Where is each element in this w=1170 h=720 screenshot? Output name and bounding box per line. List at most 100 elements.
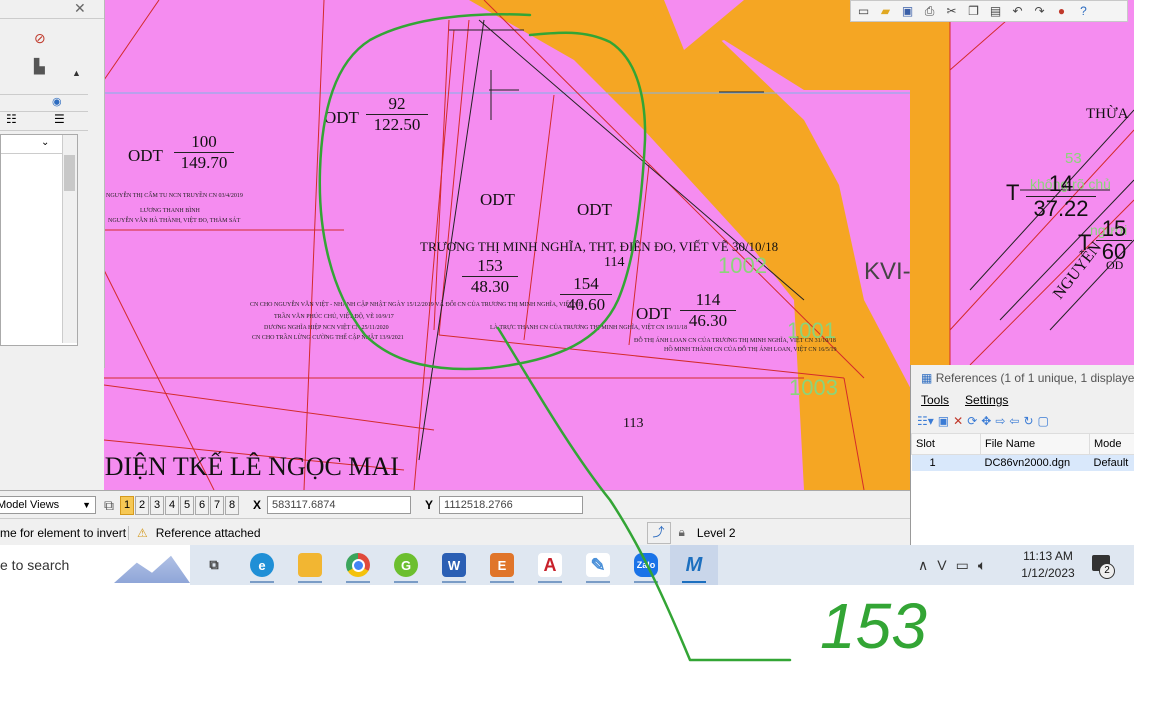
view-button-1[interactable]: 1 bbox=[120, 495, 134, 515]
status-message: Reference attached bbox=[155, 525, 261, 540]
warning-icon: ⚠ bbox=[137, 525, 148, 540]
map-label: THỪA bbox=[1086, 106, 1129, 122]
excel-icon: E bbox=[490, 553, 514, 577]
cad-map-view[interactable]: ODT 100 149.70 ODT 92 122.50 153 48.30 1… bbox=[104, 0, 910, 490]
model-views-select[interactable]: Model Views ▼ bbox=[0, 496, 96, 514]
parcel-number: 114 bbox=[680, 290, 736, 311]
acrobat-icon: A bbox=[538, 553, 562, 577]
reload-icon[interactable]: ⟳ bbox=[967, 414, 977, 428]
view-button-7[interactable]: 7 bbox=[210, 495, 224, 515]
scale-icon[interactable]: ⇦ bbox=[1009, 414, 1019, 428]
paint-button[interactable]: ✎ bbox=[574, 545, 622, 585]
item-list[interactable]: ⌄ bbox=[0, 134, 78, 346]
list-view-icon[interactable]: ☰ bbox=[54, 112, 65, 126]
y-coordinate-field[interactable]: 1112518.2766 bbox=[439, 496, 584, 514]
copy-reference-icon[interactable]: ⇨ bbox=[995, 414, 1005, 428]
x-coordinate-field[interactable]: 583117.6874 bbox=[267, 496, 412, 514]
microstation-button[interactable]: M bbox=[670, 545, 718, 585]
parcel-15[interactable]: 15 60 bbox=[1096, 218, 1132, 263]
print-icon[interactable]: ⎙ bbox=[920, 3, 939, 20]
microstation-icon: M bbox=[685, 553, 703, 576]
view-button-6[interactable]: 6 bbox=[195, 495, 209, 515]
cad-map-view-right[interactable]: THỪA 53 không rõ chủ người T 14 37.22 T … bbox=[910, 0, 1134, 365]
tree-icon[interactable]: ☷▾ bbox=[917, 414, 934, 428]
undo-icon[interactable]: ↶ bbox=[1008, 3, 1027, 20]
view-groups-icon[interactable]: ⧉ bbox=[104, 497, 114, 514]
parcel-14[interactable]: 14 37.22 bbox=[1026, 172, 1096, 221]
move-icon[interactable]: ✥ bbox=[981, 414, 991, 428]
vertical-scrollbar[interactable] bbox=[62, 135, 77, 343]
lock-icon[interactable]: 🔒︎ bbox=[679, 525, 685, 540]
collapse-arrow-icon[interactable]: ▲ bbox=[72, 68, 81, 78]
menu-tools[interactable]: Tools bbox=[921, 393, 949, 407]
paste-icon[interactable]: ▤ bbox=[986, 3, 1005, 20]
tool-settings-panel: ✕ ⊘ ▙ ▲ ◉ ☷ ☰ ⌄ bbox=[0, 0, 105, 368]
map-note: CN CHO TRẦN LỪNG CƯỜNG THẾ CẬP NHẬT 13/9… bbox=[252, 335, 404, 341]
parcel-154[interactable]: 154 40.60 bbox=[560, 274, 612, 315]
parcel-92[interactable]: 92 122.50 bbox=[366, 94, 428, 135]
save-icon[interactable]: ▣ bbox=[898, 3, 917, 20]
edge-icon: e bbox=[250, 553, 274, 577]
green-app-button[interactable]: G bbox=[382, 545, 430, 585]
clock[interactable]: 11:13 AM 1/12/2023 bbox=[1012, 548, 1084, 582]
view-button-5[interactable]: 5 bbox=[180, 495, 194, 515]
help-icon[interactable]: ? bbox=[1074, 3, 1093, 20]
copy-icon[interactable]: ❐ bbox=[964, 3, 983, 20]
cut-icon[interactable]: ✂ bbox=[942, 3, 961, 20]
word-icon: W bbox=[442, 553, 466, 577]
open-folder-icon[interactable]: ▰ bbox=[876, 3, 895, 20]
parcel-153[interactable]: 153 48.30 bbox=[462, 256, 518, 297]
parcel-114[interactable]: 114 46.30 bbox=[680, 290, 736, 331]
column-header-slot[interactable]: Slot bbox=[911, 433, 981, 455]
chevron-up-icon[interactable]: ∧ bbox=[918, 557, 928, 574]
close-icon[interactable]: ✕ bbox=[74, 0, 86, 17]
column-header-file-name[interactable]: File Name bbox=[980, 433, 1090, 455]
new-file-icon[interactable]: ▭ bbox=[854, 3, 873, 20]
active-level[interactable]: Level 2 bbox=[697, 526, 736, 540]
edge-button[interactable]: e bbox=[238, 545, 286, 585]
column-header-mode[interactable]: Mode bbox=[1089, 433, 1134, 455]
excel-button[interactable]: E bbox=[478, 545, 526, 585]
parcel-100[interactable]: 100 149.70 bbox=[174, 132, 234, 173]
chevron-down-icon: ▼ bbox=[82, 500, 91, 510]
network-icon[interactable]: ▭ bbox=[956, 557, 969, 574]
color-icon[interactable]: ● bbox=[1052, 3, 1071, 20]
eye-icon[interactable]: ◉ bbox=[52, 95, 62, 108]
redo-icon[interactable]: ↷ bbox=[1030, 3, 1049, 20]
word-button[interactable]: W bbox=[430, 545, 478, 585]
notification-icon[interactable]: 2 bbox=[1092, 555, 1115, 579]
snap-mode-icon[interactable]: ⤴ bbox=[646, 521, 671, 544]
view-button-4[interactable]: 4 bbox=[165, 495, 179, 515]
status-bar: me for element to invert ⚠ Reference att… bbox=[0, 518, 910, 546]
acrobat-button[interactable]: A bbox=[526, 545, 574, 585]
view-button-2[interactable]: 2 bbox=[135, 495, 149, 515]
search-box[interactable]: e to search bbox=[0, 545, 190, 585]
scrollbar-thumb[interactable] bbox=[64, 155, 75, 191]
chevron-down-icon[interactable]: ⌄ bbox=[41, 137, 49, 148]
references-panel: ▦ References (1 of 1 unique, 1 displayed… bbox=[910, 365, 1134, 545]
no-entry-icon[interactable]: ⊘ bbox=[34, 30, 46, 47]
vpn-icon[interactable]: V bbox=[937, 557, 946, 573]
pinned-apps: ⧉ e G W E A ✎ Zalo M bbox=[190, 545, 718, 585]
rotate-icon[interactable]: ↻ bbox=[1023, 414, 1033, 428]
model-views-label: Model Views bbox=[0, 499, 60, 511]
clip-icon[interactable]: ▢ bbox=[1038, 414, 1049, 428]
map-note: TRẦN VĂN PHÚC CHỦ, VIỆT ĐỘ, VẼ 10/9/17 bbox=[274, 314, 394, 320]
view-button-3[interactable]: 3 bbox=[150, 495, 164, 515]
notification-count: 2 bbox=[1099, 563, 1115, 579]
file-explorer-button[interactable] bbox=[286, 545, 334, 585]
chrome-button[interactable] bbox=[334, 545, 382, 585]
task-view-button[interactable]: ⧉ bbox=[190, 545, 238, 585]
volume-icon[interactable]: 🔈︎ bbox=[978, 557, 986, 574]
grid-number-label: 53 bbox=[1065, 150, 1082, 167]
view-button-8[interactable]: 8 bbox=[225, 495, 239, 515]
zalo-icon: Zalo bbox=[634, 553, 658, 577]
detach-icon[interactable]: ✕ bbox=[953, 414, 963, 428]
tree-view-icon[interactable]: ☷ bbox=[6, 112, 17, 126]
select-pointer-icon[interactable]: ▙ bbox=[34, 58, 45, 75]
menu-settings[interactable]: Settings bbox=[965, 393, 1008, 407]
attach-icon[interactable]: ▣ bbox=[938, 414, 949, 428]
table-row[interactable]: 1 DC86vn2000.dgn Default bbox=[911, 454, 1134, 471]
zalo-button[interactable]: Zalo bbox=[622, 545, 670, 585]
slot-cell: 1 bbox=[911, 454, 981, 471]
